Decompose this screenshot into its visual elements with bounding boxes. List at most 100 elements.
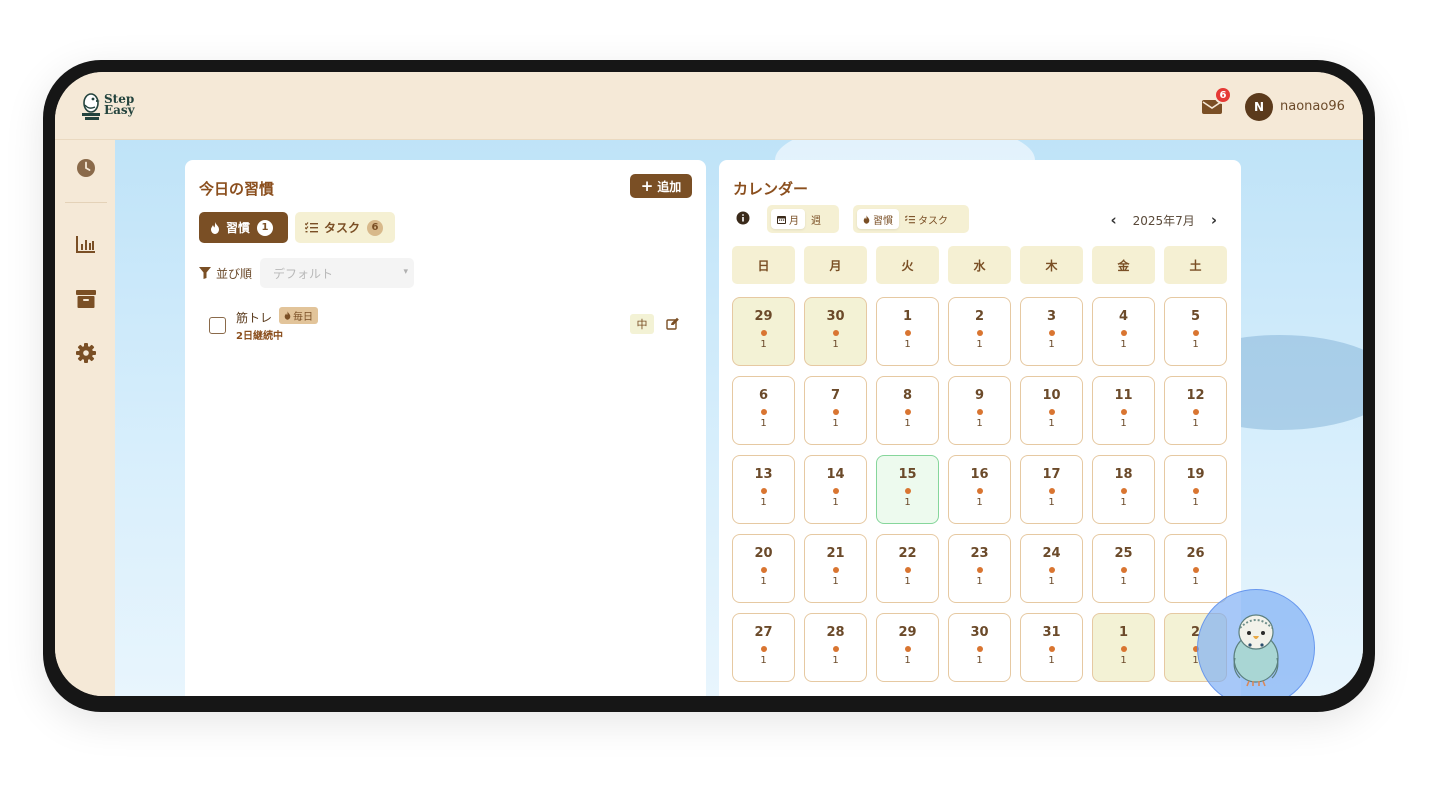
- calendar-day[interactable]: 13 1: [732, 455, 795, 524]
- calendar-day[interactable]: 26 1: [1164, 534, 1227, 603]
- calendar-day[interactable]: 31 1: [1020, 613, 1083, 682]
- weekday-label: 金: [1092, 246, 1155, 284]
- chevron-down-icon: ▾: [403, 267, 409, 277]
- day-count: 1: [760, 418, 767, 429]
- calendar-day[interactable]: 22 1: [876, 534, 939, 603]
- calendar-day[interactable]: 29 1: [732, 297, 795, 366]
- calendar-day[interactable]: 30 1: [948, 613, 1011, 682]
- type-task-label: タスク: [918, 215, 948, 227]
- calendar-day[interactable]: 21 1: [804, 534, 867, 603]
- calendar-day[interactable]: 24 1: [1020, 534, 1083, 603]
- day-number: 25: [1114, 546, 1133, 561]
- calendar-day[interactable]: 25 1: [1092, 534, 1155, 603]
- chevron-left-icon[interactable]: ‹: [1110, 211, 1116, 229]
- edit-icon[interactable]: [666, 317, 680, 331]
- mascot-button[interactable]: [1197, 589, 1315, 696]
- weekday-label: 火: [876, 246, 939, 284]
- calendar-day[interactable]: 11: [1092, 613, 1155, 682]
- type-habit-label: 習慣: [873, 215, 893, 227]
- sidebar-item-stats[interactable]: [74, 232, 98, 256]
- view-month-button[interactable]: 月: [771, 209, 805, 229]
- calendar-day[interactable]: 20 1: [732, 534, 795, 603]
- habit-dot-icon: [1048, 409, 1055, 415]
- calendar-day[interactable]: 41: [1092, 297, 1155, 366]
- type-task-button[interactable]: タスク: [899, 209, 954, 229]
- type-toggle: 習慣 タスク: [853, 205, 969, 233]
- calendar-day[interactable]: 19 1: [1164, 455, 1227, 524]
- avatar[interactable]: N: [1245, 93, 1273, 121]
- day-number: 26: [1186, 546, 1205, 561]
- sort-select[interactable]: デフォルト ▾: [260, 258, 415, 288]
- habits-panel-title: 今日の習慣: [199, 180, 275, 198]
- habit-dot-icon: [976, 567, 983, 573]
- day-count: 1: [1120, 497, 1127, 508]
- calendar-day[interactable]: 30 1: [804, 297, 867, 366]
- day-number: 19: [1186, 467, 1205, 482]
- calendar-day[interactable]: 18 1: [1092, 455, 1155, 524]
- difficulty-badge: 中: [630, 314, 654, 334]
- day-number: 30: [826, 309, 845, 324]
- flame-icon: [284, 311, 291, 320]
- plus-icon: +: [640, 177, 654, 195]
- calendar-day[interactable]: 91: [948, 376, 1011, 445]
- calendar-day[interactable]: 31: [1020, 297, 1083, 366]
- day-number: 10: [1042, 388, 1061, 403]
- view-week-button[interactable]: 週: [805, 209, 827, 229]
- username[interactable]: naonao96: [1280, 99, 1345, 114]
- calendar-day[interactable]: 51: [1164, 297, 1227, 366]
- calendar-day[interactable]: 28 1: [804, 613, 867, 682]
- tab-tasks[interactable]: タスク 6: [295, 212, 395, 243]
- calendar-day-today[interactable]: 15 1: [876, 455, 939, 524]
- weekday-label: 日: [732, 246, 795, 284]
- type-habit-button[interactable]: 習慣: [857, 209, 899, 229]
- calendar-day[interactable]: 81: [876, 376, 939, 445]
- calendar-day[interactable]: 23 1: [948, 534, 1011, 603]
- sidebar-item-settings[interactable]: [74, 341, 98, 365]
- calendar-day[interactable]: 61: [732, 376, 795, 445]
- day-number: 9: [974, 388, 985, 403]
- calendar-day[interactable]: 17 1: [1020, 455, 1083, 524]
- add-button[interactable]: + 追加: [630, 174, 692, 198]
- tab-habits[interactable]: 習慣 1: [199, 212, 288, 243]
- flame-icon: [211, 221, 219, 234]
- habit-dot-icon: [832, 409, 839, 415]
- habit-dot-icon: [904, 330, 911, 336]
- tab-habits-count: 1: [257, 219, 274, 236]
- calendar-day[interactable]: 10 1: [1020, 376, 1083, 445]
- logo-text-easy: Easy: [104, 103, 135, 117]
- info-icon[interactable]: [736, 211, 750, 225]
- bird-logo-icon: [82, 93, 100, 120]
- calendar-day[interactable]: 16 1: [948, 455, 1011, 524]
- parakeet-icon: [1233, 614, 1279, 687]
- habit-dot-icon: [1192, 409, 1199, 415]
- streak-text: 2日継続中: [236, 331, 283, 342]
- day-number: 22: [898, 546, 917, 561]
- habit-row[interactable]: 筋トレ 毎日 2日継続中 中: [199, 306, 692, 346]
- calendar-day[interactable]: 12 1: [1164, 376, 1227, 445]
- day-count: 1: [976, 339, 983, 350]
- day-number: 16: [970, 467, 989, 482]
- day-count: 1: [1120, 655, 1127, 666]
- habit-dot-icon: [1120, 409, 1127, 415]
- habit-dot-icon: [760, 646, 767, 652]
- device-frame: Step Easy 6 N naonao96 今日の習慣 + 追加 習慣 1 タ…: [43, 60, 1375, 712]
- calendar-day[interactable]: 27 1: [732, 613, 795, 682]
- calendar-day[interactable]: 29 1: [876, 613, 939, 682]
- calendar-day[interactable]: 11 1: [1092, 376, 1155, 445]
- day-number: 14: [826, 467, 845, 482]
- sidebar-item-history[interactable]: [74, 156, 98, 180]
- calendar-day[interactable]: 21: [948, 297, 1011, 366]
- gear-icon: [76, 343, 96, 363]
- habit-checkbox[interactable]: [209, 317, 226, 334]
- day-number: 27: [754, 625, 773, 640]
- day-number: 23: [970, 546, 989, 561]
- sidebar-item-archive[interactable]: [74, 287, 98, 311]
- calendar-day[interactable]: 11: [876, 297, 939, 366]
- calendar-day[interactable]: 71: [804, 376, 867, 445]
- calendar-panel-title: カレンダー: [733, 180, 809, 198]
- day-number: 11: [1114, 388, 1133, 403]
- calendar-day[interactable]: 14 1: [804, 455, 867, 524]
- chevron-right-icon[interactable]: ›: [1211, 211, 1217, 229]
- day-count: 1: [760, 497, 767, 508]
- app-logo[interactable]: Step Easy: [79, 88, 135, 122]
